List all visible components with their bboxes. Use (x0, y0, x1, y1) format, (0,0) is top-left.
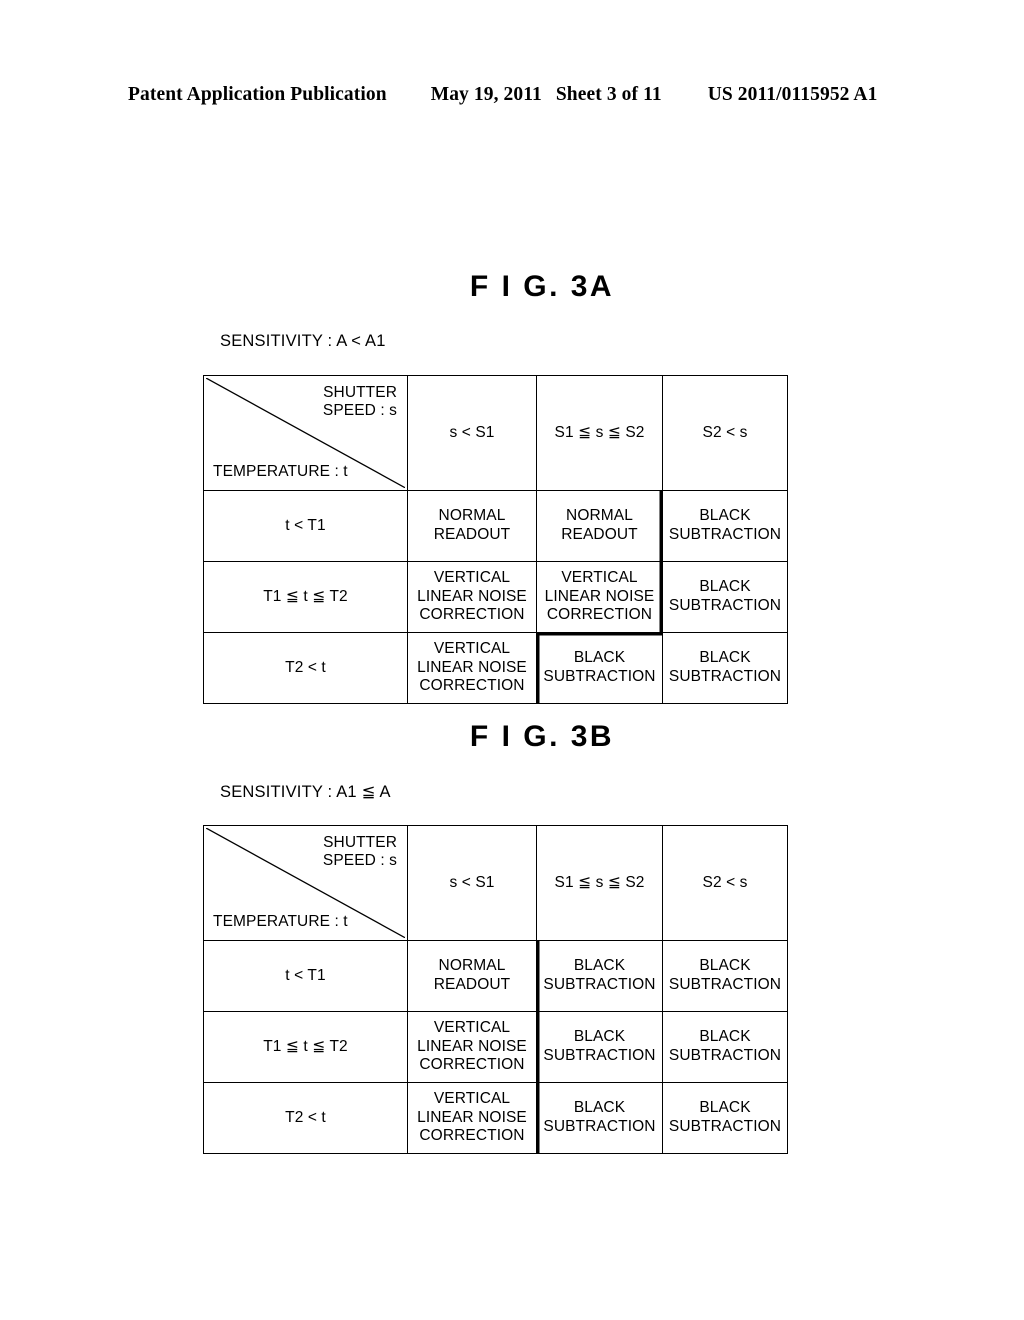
column-header-1: S1 ≦ s ≦ S2 (536, 825, 663, 941)
figure-3a-caption: SENSITIVITY : A < A1 (220, 332, 386, 350)
header-publication-label: Patent Application Publication (128, 84, 387, 105)
figure-3b: F I G. 3B SENSITIVITY : A1 ≦ A SHUTTER S… (0, 720, 1024, 1154)
table-row: T2 < t VERTICAL LINEAR NOISE CORRECTION … (203, 1081, 788, 1154)
cell-r1-c0: VERTICAL LINEAR NOISE CORRECTION (407, 1010, 537, 1083)
figure-3a-matrix-table: SHUTTER SPEED : s TEMPERATURE : t s < S1… (203, 375, 788, 704)
cell-r1-c1: VERTICAL LINEAR NOISE CORRECTION (536, 560, 663, 633)
cell-r1-c1: BLACK SUBTRACTION (536, 1010, 663, 1083)
table-row: T1 ≦ t ≦ T2 VERTICAL LINEAR NOISE CORREC… (203, 1010, 788, 1083)
corner-axis-cell: SHUTTER SPEED : s TEMPERATURE : t (203, 375, 408, 491)
cell-r2-c2: BLACK SUBTRACTION (662, 631, 788, 704)
cell-r1-c2: BLACK SUBTRACTION (662, 1010, 788, 1083)
cell-r2-c1: BLACK SUBTRACTION (536, 1081, 663, 1154)
figure-3b-title: F I G. 3B (469, 720, 615, 753)
row-header-2: T2 < t (203, 1081, 408, 1154)
cell-r1-c0: VERTICAL LINEAR NOISE CORRECTION (407, 560, 537, 633)
shutter-speed-axis-label: SHUTTER SPEED : s (322, 384, 397, 420)
row-header-2: T2 < t (203, 631, 408, 704)
cell-r0-c0: NORMAL READOUT (407, 939, 537, 1012)
cell-r1-c2: BLACK SUBTRACTION (662, 560, 788, 633)
corner-axis-cell: SHUTTER SPEED : s TEMPERATURE : t (203, 825, 408, 941)
figure-3a: F I G. 3A SENSITIVITY : A < A1 SHUTTER S… (0, 270, 1024, 704)
temperature-axis-label: TEMPERATURE : t (213, 913, 348, 931)
column-header-2: S2 < s (662, 825, 788, 941)
header-sheet-label: Sheet 3 of 11 (555, 84, 662, 105)
column-header-1: S1 ≦ s ≦ S2 (536, 375, 663, 491)
figure-3b-table-wrap: SHUTTER SPEED : s TEMPERATURE : t s < S1… (203, 825, 788, 1154)
header-date-label: May 19, 2011 (430, 84, 542, 105)
row-header-1: T1 ≦ t ≦ T2 (203, 1010, 408, 1083)
row-header-1: T1 ≦ t ≦ T2 (203, 560, 408, 633)
shutter-speed-axis-label: SHUTTER SPEED : s (322, 834, 397, 870)
figure-3b-caption: SENSITIVITY : A1 ≦ A (220, 783, 391, 801)
cell-r0-c2: BLACK SUBTRACTION (662, 489, 788, 562)
cell-r2-c2: BLACK SUBTRACTION (662, 1081, 788, 1154)
figure-3a-title: F I G. 3A (469, 270, 615, 303)
table-header-row: SHUTTER SPEED : s TEMPERATURE : t s < S1… (203, 375, 788, 491)
cell-r0-c1: BLACK SUBTRACTION (536, 939, 663, 1012)
cell-r0-c0: NORMAL READOUT (407, 489, 537, 562)
figure-3b-matrix-table: SHUTTER SPEED : s TEMPERATURE : t s < S1… (203, 825, 788, 1154)
table-row: T1 ≦ t ≦ T2 VERTICAL LINEAR NOISE CORREC… (203, 560, 788, 633)
cell-r0-c2: BLACK SUBTRACTION (662, 939, 788, 1012)
figure-3a-table-wrap: SHUTTER SPEED : s TEMPERATURE : t s < S1… (203, 375, 788, 704)
column-header-0: s < S1 (407, 375, 537, 491)
temperature-axis-label: TEMPERATURE : t (213, 463, 348, 481)
patent-header: Patent Application Publication May 19, 2… (128, 84, 896, 112)
table-row: T2 < t VERTICAL LINEAR NOISE CORRECTION … (203, 631, 788, 704)
cell-r2-c1: BLACK SUBTRACTION (536, 631, 663, 704)
cell-r2-c0: VERTICAL LINEAR NOISE CORRECTION (407, 631, 537, 704)
column-header-2: S2 < s (662, 375, 788, 491)
cell-r0-c1: NORMAL READOUT (536, 489, 663, 562)
header-patent-number: US 2011/0115952 A1 (707, 84, 878, 105)
cell-r2-c0: VERTICAL LINEAR NOISE CORRECTION (407, 1081, 537, 1154)
table-header-row: SHUTTER SPEED : s TEMPERATURE : t s < S1… (203, 825, 788, 941)
column-header-0: s < S1 (407, 825, 537, 941)
